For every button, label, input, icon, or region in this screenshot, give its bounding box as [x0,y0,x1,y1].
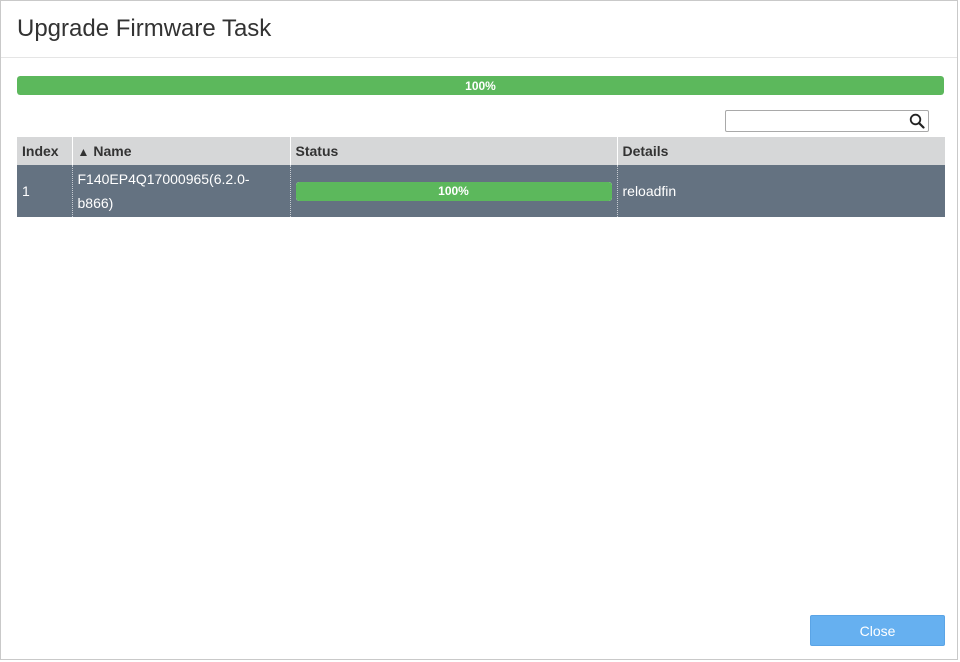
row-progress-bar: 100% [295,181,612,201]
dialog-header: Upgrade Firmware Task [1,1,957,58]
search-input[interactable] [730,112,906,130]
column-header-name[interactable]: ▲ Name [72,137,291,165]
cell-index: 1 [17,165,73,217]
overall-progress-bar: 100% [17,76,944,95]
cell-details: reloadfin [617,165,945,217]
column-header-index[interactable]: Index [17,137,73,165]
sort-ascending-icon: ▲ [77,145,90,159]
close-button[interactable]: Close [810,615,945,646]
task-table: Index ▲ Name Status Details 1 F140EP4Q170… [17,137,945,217]
column-header-details[interactable]: Details [617,137,945,165]
upgrade-firmware-dialog: Upgrade Firmware Task 100% Index ▲ Name S… [0,0,958,660]
row-progress-label: 100% [438,184,469,198]
cell-name: F140EP4Q17000965(6.2.0-b866) [72,165,291,217]
overall-progress-label: 100% [465,78,496,93]
column-header-status[interactable]: Status [290,137,618,165]
column-header-name-label: Name [93,143,132,159]
table-row[interactable]: 1 F140EP4Q17000965(6.2.0-b866) 100% relo… [17,165,945,217]
dialog-title: Upgrade Firmware Task [17,15,272,42]
search-icon[interactable] [909,113,925,129]
search-box[interactable] [725,110,929,132]
cell-status: 100% [290,165,618,217]
table-header-row: Index ▲ Name Status Details [17,137,945,165]
